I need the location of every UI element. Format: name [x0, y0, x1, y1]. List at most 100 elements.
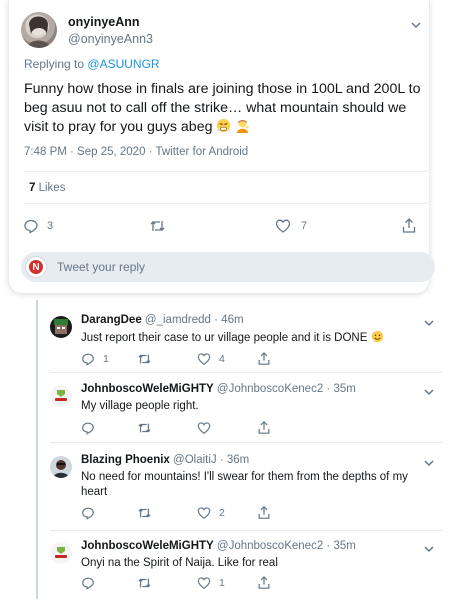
- avatar-logo-letter: N: [29, 260, 43, 274]
- reply-icon: [82, 507, 94, 520]
- main-tweet-card: onyinyeAnn @onyinyeAnn3 Replying to @ASU…: [8, 0, 435, 294]
- reply-tweet[interactable]: Blazing Phoenix @OlaitiJ · 36m No need f…: [50, 454, 440, 524]
- reply-composer[interactable]: N Tweet your reply: [21, 252, 435, 282]
- share-button[interactable]: [257, 505, 271, 520]
- reply-text: No need for mountains! I'll swear for th…: [81, 471, 408, 498]
- thread-line: [36, 300, 38, 599]
- retweet-button[interactable]: [149, 218, 166, 234]
- replying-to-link[interactable]: @ASUUNGR: [87, 57, 159, 71]
- author-name[interactable]: onyinyeAnn: [68, 15, 140, 29]
- likes-label: Likes: [38, 182, 66, 194]
- chevron-down-icon[interactable]: [409, 18, 423, 32]
- like-count: 2: [219, 507, 225, 519]
- reply-icon: [82, 353, 94, 366]
- reply-button[interactable]: 1: [81, 352, 109, 366]
- reply-time[interactable]: 36m: [227, 454, 249, 466]
- retweet-icon: [138, 354, 151, 364]
- divider: [24, 171, 429, 172]
- share-button[interactable]: [257, 420, 271, 435]
- retweet-button[interactable]: [137, 352, 152, 366]
- reply-header: Blazing Phoenix @OlaitiJ · 36m: [81, 454, 250, 466]
- share-icon: [258, 420, 270, 434]
- reply-author-handle[interactable]: @JohnboscoKenec2: [217, 383, 323, 395]
- chevron-down-icon[interactable]: [422, 385, 436, 399]
- current-user-avatar: N: [25, 256, 47, 278]
- retweet-button[interactable]: [137, 506, 152, 520]
- chevron-down-icon[interactable]: [422, 456, 436, 470]
- reply-header: JohnboscoWeleMiGHTY @JohnboscoKenec2 · 3…: [81, 540, 356, 552]
- like-button[interactable]: 7: [275, 218, 307, 234]
- heart-icon: [197, 507, 211, 519]
- divider: [24, 203, 429, 204]
- reply-avatar[interactable]: [50, 316, 72, 338]
- likes-count: 7: [29, 182, 36, 194]
- reply-actions: 2: [81, 505, 291, 522]
- like-count: 7: [301, 220, 308, 232]
- replying-prefix: Replying to: [24, 57, 85, 71]
- like-button[interactable]: [197, 421, 211, 435]
- tweet-meta[interactable]: 7:48 PM · Sep 25, 2020 · Twitter for And…: [24, 146, 248, 158]
- reply-button[interactable]: [81, 506, 95, 520]
- reply-tweet[interactable]: JohnboscoWeleMiGHTY @JohnboscoKenec2 · 3…: [50, 540, 440, 598]
- reply-avatar[interactable]: [50, 542, 72, 564]
- likes-summary[interactable]: 7 Likes: [29, 182, 65, 194]
- reply-icon: [24, 219, 38, 234]
- reply-input-placeholder[interactable]: Tweet your reply: [57, 260, 145, 274]
- heart-icon: [275, 219, 291, 233]
- reply-author-handle[interactable]: @JohnboscoKenec2: [217, 540, 323, 552]
- reply-text: Onyi na the Spirit of Naija. Like for re…: [81, 557, 278, 569]
- share-icon: [258, 575, 270, 589]
- reply-avatar[interactable]: [50, 385, 72, 407]
- chevron-down-icon[interactable]: [422, 542, 436, 556]
- author-avatar[interactable]: [21, 12, 57, 48]
- slightly-smiling-emoji-icon: [371, 330, 384, 343]
- reply-author-name[interactable]: DarangDee: [81, 314, 142, 326]
- like-count: 4: [219, 353, 225, 365]
- tweet-text: Funny how those in finals are joining th…: [24, 80, 428, 137]
- steam-face-emoji-icon: [216, 118, 232, 133]
- reply-button[interactable]: [81, 421, 95, 435]
- reply-avatar[interactable]: [50, 456, 72, 478]
- reply-actions: [81, 420, 291, 437]
- reply-author-handle[interactable]: @_iamdredd: [145, 314, 211, 326]
- reply-button[interactable]: [81, 576, 95, 590]
- reply-time[interactable]: 35m: [333, 540, 355, 552]
- share-button[interactable]: [257, 575, 271, 590]
- reply-icon: [82, 577, 94, 590]
- retweet-button[interactable]: [137, 421, 152, 435]
- reply-text: Just report their case to ur village peo…: [81, 330, 411, 346]
- reply-author-handle[interactable]: @OlaitiJ: [173, 454, 217, 466]
- share-button[interactable]: [257, 351, 271, 366]
- like-button[interactable]: 1: [197, 576, 225, 590]
- chevron-down-icon[interactable]: [422, 316, 436, 330]
- reply-count: 1: [103, 353, 109, 365]
- retweet-icon: [138, 423, 151, 433]
- retweet-button[interactable]: [137, 576, 152, 590]
- reply-actions: 1 4: [81, 351, 291, 368]
- heart-icon: [197, 353, 211, 365]
- author-handle[interactable]: @onyinyeAnn3: [68, 32, 153, 46]
- woman-tipping-hand-emoji-icon: [235, 118, 250, 133]
- like-button[interactable]: 2: [197, 506, 225, 520]
- reply-author-name[interactable]: JohnboscoWeleMiGHTY: [81, 383, 214, 395]
- reply-icon: [82, 422, 94, 435]
- reply-button[interactable]: 3: [23, 218, 53, 234]
- like-count: 1: [219, 577, 225, 589]
- reply-count: 3: [47, 220, 54, 232]
- reply-header: DarangDee @_iamdredd · 46m: [81, 314, 244, 326]
- retweet-icon: [150, 221, 165, 231]
- share-button[interactable]: [401, 217, 417, 234]
- reply-tweet[interactable]: JohnboscoWeleMiGHTY @JohnboscoKenec2 · 3…: [50, 383, 440, 439]
- reply-actions: 1: [81, 575, 291, 592]
- heart-icon: [197, 422, 211, 434]
- reply-time[interactable]: 46m: [221, 314, 243, 326]
- reply-text: My village people right.: [81, 400, 199, 412]
- reply-time[interactable]: 35m: [333, 383, 355, 395]
- share-icon: [402, 218, 416, 233]
- reply-author-name[interactable]: JohnboscoWeleMiGHTY: [81, 540, 214, 552]
- reply-author-name[interactable]: Blazing Phoenix: [81, 454, 170, 466]
- replying-to: Replying to @ASUUNGR: [24, 57, 160, 71]
- heart-icon: [197, 577, 211, 589]
- like-button[interactable]: 4: [197, 352, 225, 366]
- reply-tweet[interactable]: DarangDee @_iamdredd · 46m Just report t…: [50, 314, 440, 370]
